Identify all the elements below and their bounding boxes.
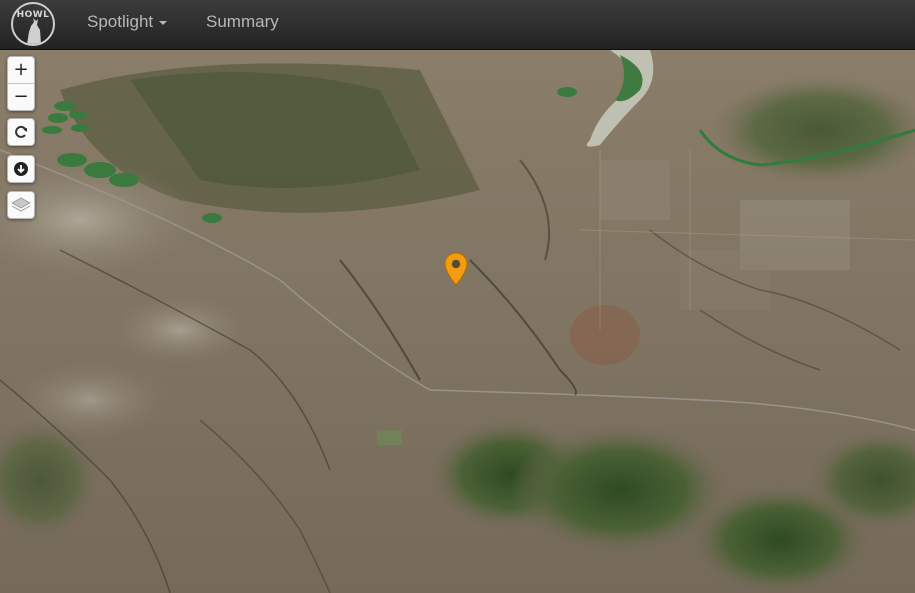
layers-button[interactable]: [7, 191, 35, 219]
layers-icon: [11, 197, 31, 212]
map-pin-icon: [444, 252, 468, 286]
howl-logo[interactable]: HOWL: [11, 2, 55, 46]
map-pin-shape: [444, 252, 468, 286]
satellite-map[interactable]: [0, 50, 915, 593]
top-navbar: HOWL Spotlight Summary: [0, 0, 915, 50]
zoom-out-button[interactable]: −: [8, 84, 34, 110]
location-marker[interactable]: [444, 252, 468, 291]
download-button[interactable]: [7, 155, 35, 183]
nav-spotlight-dropdown[interactable]: Spotlight: [87, 0, 168, 49]
refresh-button[interactable]: [7, 118, 35, 146]
chevron-down-icon: [159, 20, 168, 25]
zoom-in-button[interactable]: +: [8, 57, 34, 83]
nav-summary-label: Summary: [206, 12, 279, 31]
nav-summary-link[interactable]: Summary: [206, 0, 279, 49]
zoom-control: + −: [7, 56, 35, 111]
refresh-icon: [15, 125, 27, 138]
nav-spotlight-label: Spotlight: [87, 12, 154, 31]
terrain-imagery: [0, 50, 915, 593]
wolf-howl-icon: [27, 18, 41, 44]
download-icon: [14, 162, 28, 176]
